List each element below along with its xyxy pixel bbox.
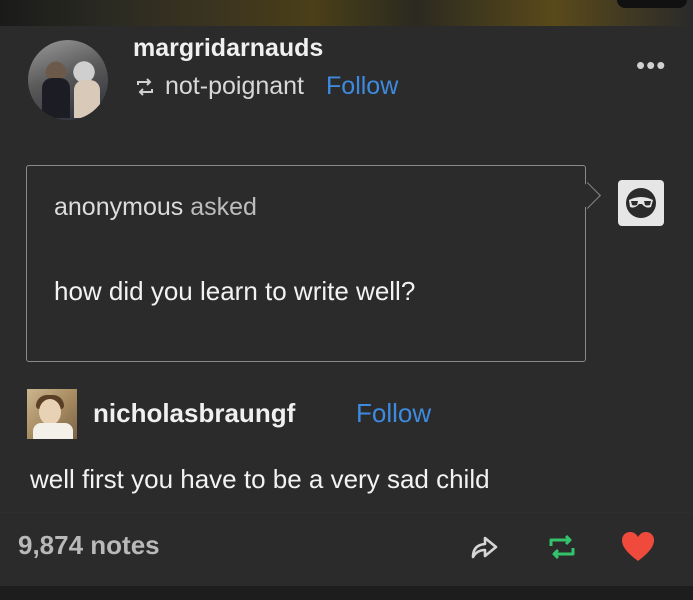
asked-label: asked <box>190 193 257 221</box>
reblog-action-icon[interactable] <box>542 527 582 567</box>
ask-header: anonymous asked <box>54 193 257 222</box>
avatar-face <box>39 399 61 425</box>
follow-button[interactable]: Follow <box>326 72 398 101</box>
anonymous-avatar-icon <box>618 180 664 226</box>
reply-follow-button[interactable]: Follow <box>356 398 431 429</box>
ask-question: how did you learn to write well? <box>54 276 416 306</box>
reply-text: well first you have to be a very sad chi… <box>30 464 490 494</box>
divider <box>0 512 693 513</box>
author-avatar[interactable] <box>28 40 108 120</box>
author-username[interactable]: margridarnauds <box>133 34 323 63</box>
more-icon[interactable]: ••• <box>636 52 666 78</box>
reply-avatar[interactable] <box>27 389 77 439</box>
reblog-icon <box>137 77 153 96</box>
reply-username[interactable]: nicholasbraungf <box>93 398 295 429</box>
avatar-figure-right <box>74 80 100 118</box>
reblog-row: not-poignant Follow <box>133 72 398 101</box>
bottom-bar <box>0 586 693 600</box>
share-icon[interactable] <box>465 527 505 567</box>
heart-icon[interactable] <box>618 527 658 567</box>
reblogged-from-username[interactable]: not-poignant <box>165 72 304 101</box>
notes-count[interactable]: 9,874 notes <box>18 530 160 561</box>
top-bar-pill <box>617 0 687 8</box>
avatar-figure-left <box>42 78 70 118</box>
avatar-body <box>33 423 73 439</box>
asker-name: anonymous <box>54 193 184 221</box>
top-bar <box>0 0 693 26</box>
